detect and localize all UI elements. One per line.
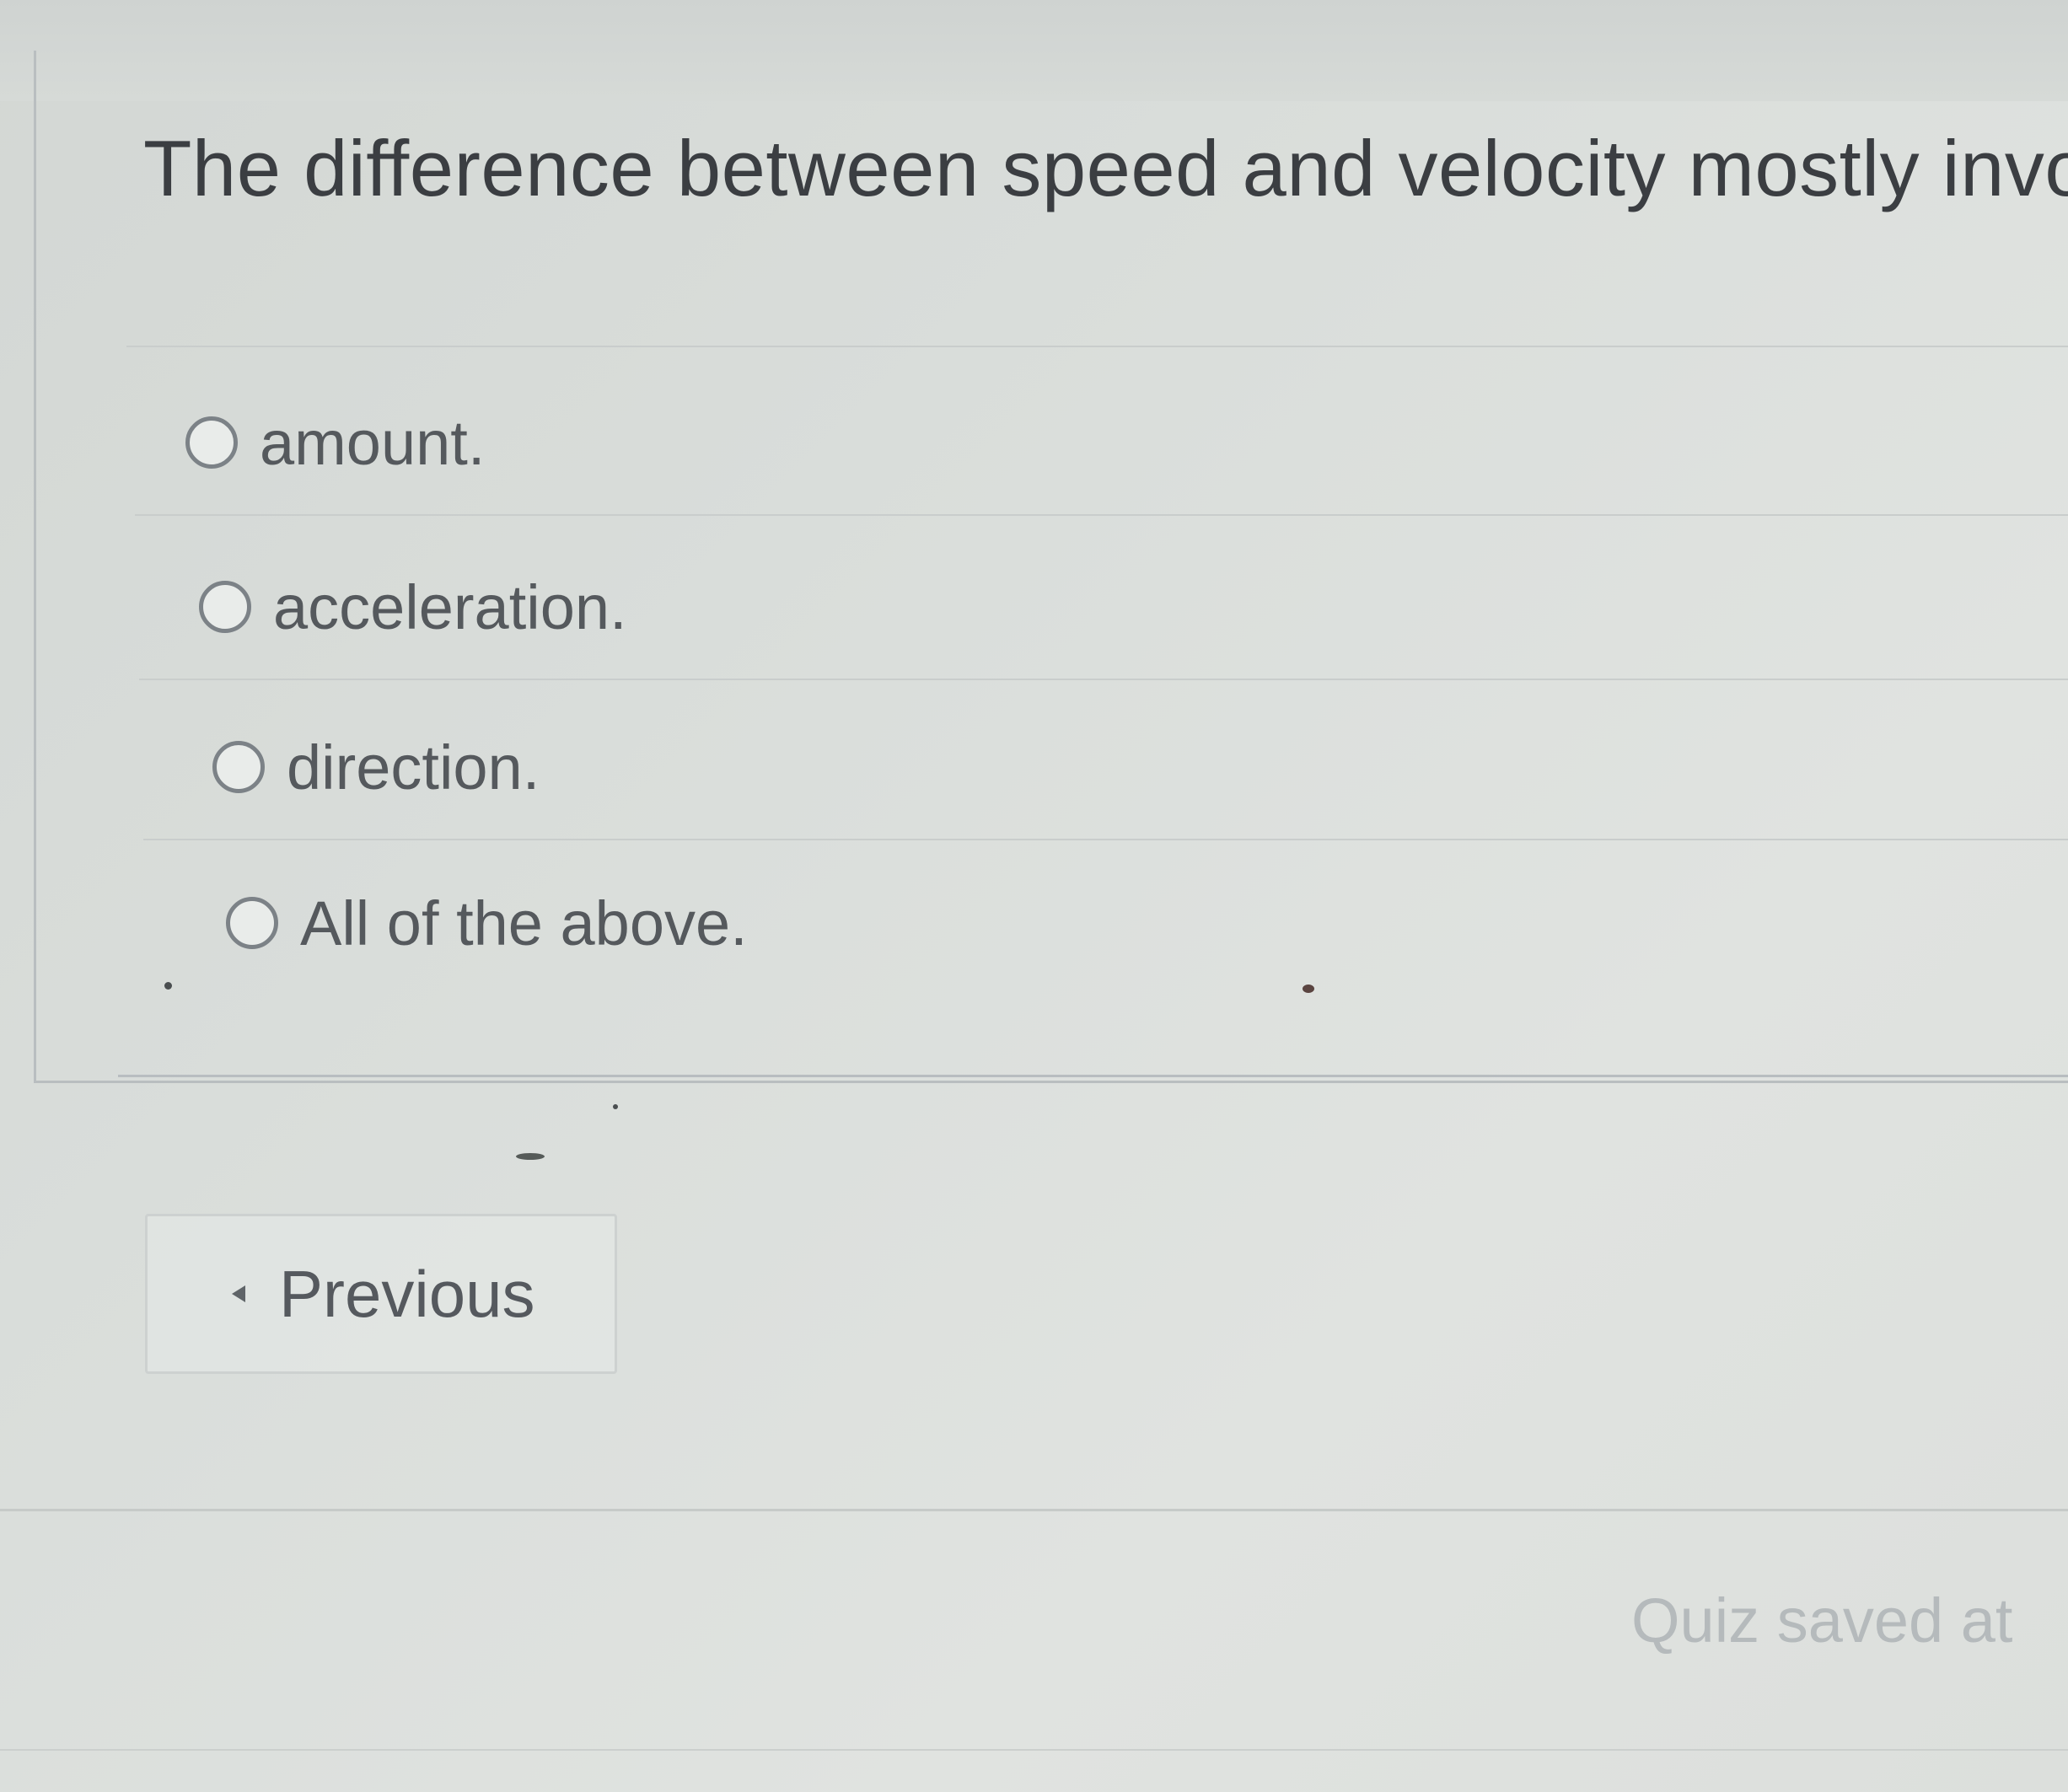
- option-divider: [143, 839, 2068, 840]
- previous-button[interactable]: Previous: [145, 1214, 617, 1374]
- radio-button[interactable]: [185, 416, 238, 469]
- dust-speck: [164, 982, 172, 990]
- option-all-of-the-above[interactable]: All of the above.: [226, 877, 748, 969]
- previous-button-label: Previous: [279, 1256, 535, 1331]
- question-card-bottom-border: [118, 1075, 2068, 1077]
- dust-speck: [1303, 985, 1314, 993]
- caret-left-icon: [232, 1285, 245, 1302]
- footer-divider-lower: [0, 1749, 2068, 1751]
- option-divider: [126, 346, 2068, 347]
- option-label: acceleration.: [273, 571, 627, 642]
- option-amount[interactable]: amount.: [185, 396, 485, 489]
- option-direction[interactable]: direction.: [212, 721, 540, 813]
- option-label: direction.: [287, 732, 540, 802]
- dust-speck: [516, 1153, 545, 1160]
- quiz-saved-status: Quiz saved at: [1631, 1585, 2013, 1655]
- option-divider: [139, 679, 2068, 680]
- option-acceleration[interactable]: acceleration.: [199, 561, 627, 653]
- radio-button[interactable]: [199, 581, 251, 633]
- option-divider: [135, 514, 2068, 516]
- option-label: amount.: [260, 407, 486, 478]
- question-text: The difference between speed and velocit…: [143, 124, 2068, 212]
- radio-button[interactable]: [226, 897, 278, 949]
- radio-button[interactable]: [212, 741, 265, 793]
- dust-speck: [613, 1104, 618, 1109]
- option-label: All of the above.: [300, 888, 748, 958]
- footer-divider: [0, 1509, 2068, 1511]
